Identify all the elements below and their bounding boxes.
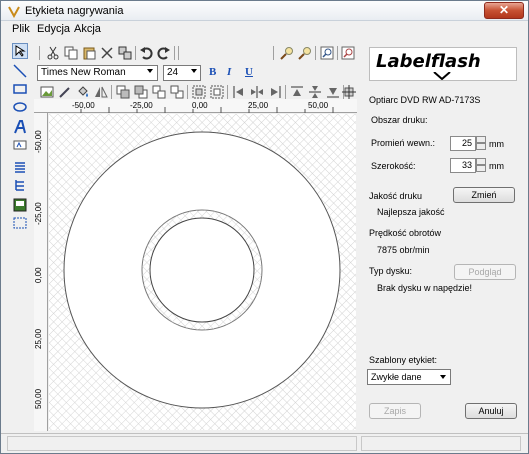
area-label: Obszar druku: bbox=[371, 115, 428, 125]
inner-radius-input[interactable]: 25 bbox=[450, 136, 476, 151]
quality-label: Jakość druku bbox=[369, 191, 423, 201]
menu-edycja[interactable]: Edycja bbox=[37, 23, 70, 35]
ruler-h-tick: -25,00 bbox=[130, 101, 153, 110]
inner-radius-stepper[interactable] bbox=[476, 136, 486, 151]
inner-radius-unit: mm bbox=[489, 139, 504, 149]
zoom-fit-icon[interactable] bbox=[319, 45, 335, 61]
align-left-icon[interactable] bbox=[231, 84, 247, 100]
disc-type-value: Brak dysku w napędzie! bbox=[377, 283, 473, 293]
cancel-button[interactable]: Anuluj bbox=[465, 403, 517, 419]
zoom-out-icon[interactable] bbox=[297, 45, 313, 61]
ungroup-icon[interactable] bbox=[209, 84, 225, 100]
flip-icon[interactable] bbox=[93, 84, 109, 100]
font-size-select[interactable]: 24 bbox=[163, 65, 201, 81]
send-backward-icon[interactable] bbox=[133, 84, 149, 100]
ruler-h-tick: 25,00 bbox=[248, 101, 269, 110]
frame-tool-icon[interactable] bbox=[12, 215, 28, 231]
labelflash-logo: Labelflash bbox=[369, 47, 517, 81]
templates-select[interactable]: Zwykłe dane bbox=[367, 369, 451, 385]
redo-icon[interactable] bbox=[156, 45, 172, 61]
ruler-v-tick: 50,00 bbox=[34, 388, 43, 409]
templates-label: Szablony etykiet: bbox=[369, 355, 438, 365]
font-name-dropdown-icon bbox=[147, 69, 153, 73]
send-to-back-icon[interactable] bbox=[169, 84, 185, 100]
bold-button[interactable]: B bbox=[209, 66, 216, 78]
toolbar-edit bbox=[37, 44, 357, 62]
copy-icon[interactable] bbox=[63, 45, 79, 61]
width-stepper[interactable] bbox=[476, 158, 486, 173]
status-pane-main bbox=[7, 436, 357, 451]
vertical-ruler: -50,00 -25,00 0,00 25,00 50,00 bbox=[34, 113, 48, 431]
ruler-v-tick: 0,00 bbox=[34, 267, 43, 283]
label-canvas[interactable] bbox=[49, 114, 356, 430]
templates-dropdown-icon bbox=[440, 375, 446, 379]
menu-bar: Plik Edycja Akcja bbox=[1, 21, 528, 38]
ruler-v-tick: -25,00 bbox=[34, 202, 43, 225]
cut-icon[interactable] bbox=[45, 45, 61, 61]
ruler-v-tick: 25,00 bbox=[34, 328, 43, 349]
fill-icon[interactable] bbox=[75, 84, 91, 100]
width-unit: mm bbox=[489, 161, 504, 171]
speed-label: Prędkość obrotów bbox=[369, 228, 442, 238]
status-bar bbox=[1, 433, 528, 453]
settings-panel: Labelflash Optiarc DVD RW AD-7173S Obsza… bbox=[363, 43, 523, 435]
group-icon[interactable] bbox=[191, 84, 207, 100]
app-icon bbox=[8, 6, 20, 18]
image-icon[interactable] bbox=[39, 84, 55, 100]
ruler-h-tick: 50,00 bbox=[308, 101, 329, 110]
zoom-in-icon[interactable] bbox=[279, 45, 295, 61]
ruler-h-tick: 0,00 bbox=[192, 101, 208, 110]
change-quality-button[interactable]: Zmień bbox=[453, 187, 515, 203]
inner-radius-label: Promień wewn.: bbox=[371, 138, 436, 148]
title-bar: Etykieta nagrywania ✕ bbox=[1, 1, 528, 21]
select-arrow-icon[interactable] bbox=[12, 43, 28, 59]
window-title: Etykieta nagrywania bbox=[25, 5, 124, 17]
ruler-h-tick: -50,00 bbox=[72, 101, 95, 110]
disc-type-label: Typ dysku: bbox=[369, 266, 413, 276]
align-center-h-icon[interactable] bbox=[249, 84, 265, 100]
save-button[interactable]: Zapis bbox=[369, 403, 421, 419]
text-tool-icon[interactable] bbox=[12, 119, 28, 135]
bring-to-front-icon[interactable] bbox=[151, 84, 167, 100]
font-name-select[interactable]: Times New Roman bbox=[37, 65, 158, 81]
status-pane-side bbox=[361, 436, 521, 451]
font-size-dropdown-icon bbox=[191, 69, 197, 73]
app-window: Etykieta nagrywania ✕ Plik Edycja Akcja bbox=[0, 0, 529, 454]
line-tool-icon[interactable] bbox=[12, 63, 28, 79]
duplicate-icon[interactable] bbox=[117, 45, 133, 61]
ellipse-tool-icon[interactable] bbox=[12, 99, 28, 115]
italic-button[interactable]: I bbox=[227, 66, 231, 78]
align-right-icon[interactable] bbox=[267, 84, 283, 100]
rectangle-tool-icon[interactable] bbox=[12, 81, 28, 97]
ruler-v-tick: -50,00 bbox=[34, 130, 43, 153]
width-input[interactable]: 33 bbox=[450, 158, 476, 173]
align-center-v-icon[interactable] bbox=[307, 84, 323, 100]
underline-button[interactable]: U bbox=[245, 66, 253, 78]
text-box-tool-icon[interactable] bbox=[12, 137, 28, 153]
tree-tool-icon[interactable] bbox=[12, 177, 28, 193]
pen-icon[interactable] bbox=[57, 84, 73, 100]
picture-tool-icon[interactable] bbox=[12, 197, 28, 213]
quality-value: Najlepsza jakość bbox=[377, 207, 445, 217]
paste-icon[interactable] bbox=[81, 45, 97, 61]
bring-forward-icon[interactable] bbox=[115, 84, 131, 100]
disc-hub-outline bbox=[149, 217, 255, 323]
delete-icon[interactable] bbox=[99, 45, 115, 61]
center-both-icon[interactable] bbox=[341, 84, 357, 100]
menu-akcja[interactable]: Akcja bbox=[74, 23, 101, 35]
align-top-icon[interactable] bbox=[289, 84, 305, 100]
align-bottom-icon[interactable] bbox=[325, 84, 341, 100]
list-tool-icon[interactable] bbox=[12, 159, 28, 175]
preview-button[interactable]: Podgląd bbox=[454, 264, 516, 280]
drive-name: Optiarc DVD RW AD-7173S bbox=[369, 95, 481, 105]
horizontal-ruler: -50,00 -25,00 0,00 25,00 50,00 bbox=[34, 99, 357, 113]
undo-icon[interactable] bbox=[138, 45, 154, 61]
zoom-page-icon[interactable] bbox=[340, 45, 356, 61]
speed-value: 7875 obr/min bbox=[377, 245, 430, 255]
width-label: Szerokość: bbox=[371, 161, 416, 171]
menu-plik[interactable]: Plik bbox=[12, 23, 30, 35]
close-button[interactable]: ✕ bbox=[484, 2, 524, 19]
